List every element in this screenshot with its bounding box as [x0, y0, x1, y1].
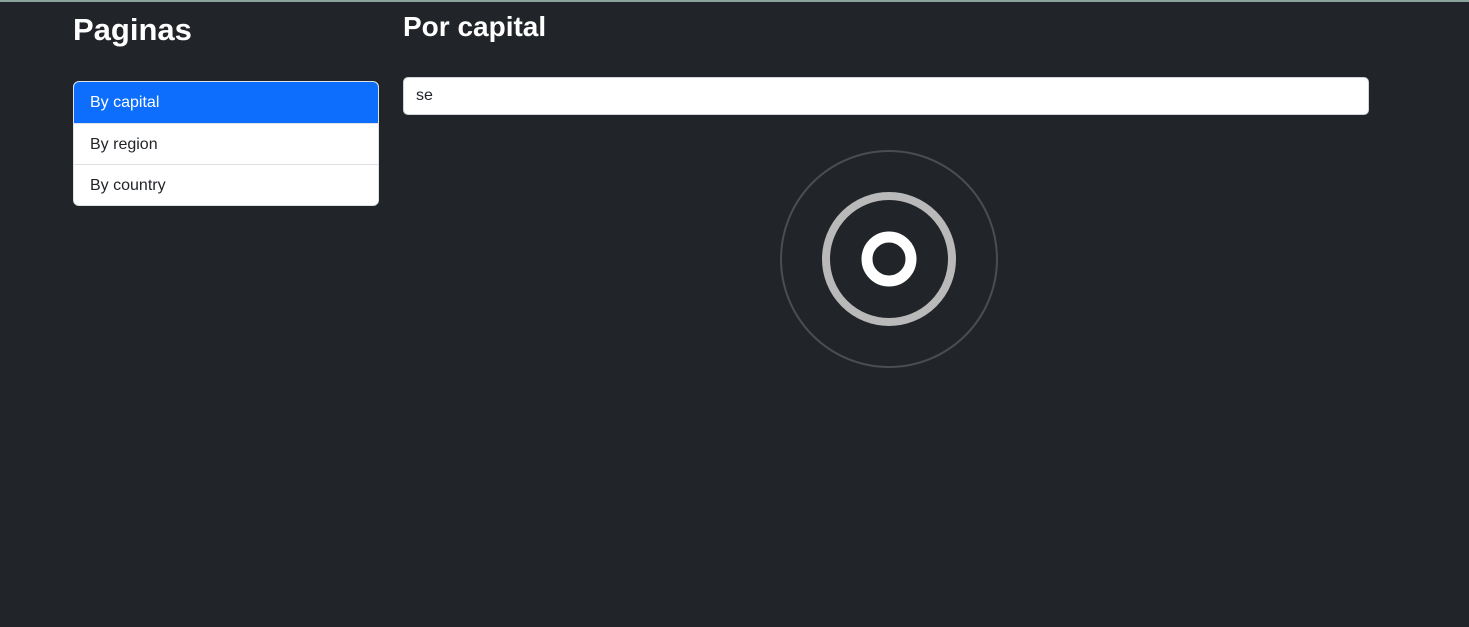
sidebar-item-by-capital[interactable]: By capital [74, 82, 378, 123]
sidebar-nav-list: By capital By region By country [73, 81, 379, 206]
loader-middle-ring [822, 192, 956, 326]
loader-inner-ring [861, 231, 917, 287]
loader-outer-ring [780, 150, 998, 368]
sidebar-item-by-country[interactable]: By country [74, 164, 378, 205]
sidebar-title: Paginas [73, 12, 192, 47]
search-input[interactable] [403, 77, 1369, 115]
loading-spinner-icon [779, 149, 999, 369]
sidebar-item-by-region[interactable]: By region [74, 123, 378, 164]
page-title: Por capital [403, 11, 547, 42]
window-top-border [0, 0, 1469, 2]
